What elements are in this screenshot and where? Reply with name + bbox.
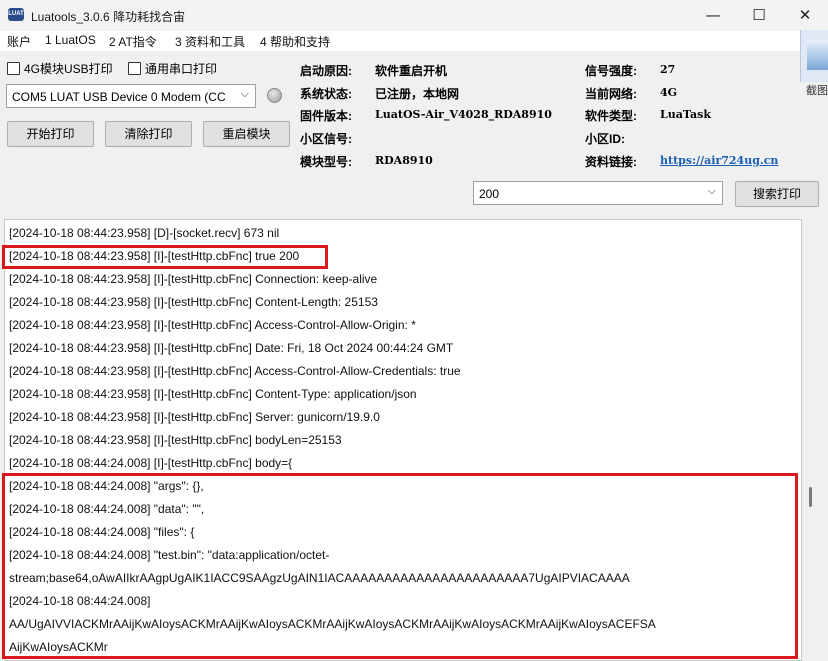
menu-luatos[interactable]: 1 LuatOS — [45, 33, 96, 47]
menu-resources-tools[interactable]: 3 资料和工具 — [175, 33, 245, 50]
control-panel: 4G模块USB打印 通用串口打印 COM5 LUAT USB Device 0 … — [0, 51, 828, 215]
checkbox-box[interactable] — [128, 62, 141, 75]
checkbox-label: 通用串口打印 — [145, 62, 218, 76]
log-line: [2024-10-18 08:44:24.008] "data": "", — [9, 502, 205, 516]
current-network-label: 当前网络: — [585, 87, 637, 101]
menu-bar: 账户 1 LuatOS 2 AT指令 3 资料和工具 4 帮助和支持 — [0, 31, 828, 51]
log-line: [2024-10-18 08:44:23.958] [I]-[testHttp.… — [9, 341, 454, 355]
app-icon: LUAT — [8, 8, 24, 21]
restart-module-button[interactable]: 重启模块 — [203, 121, 290, 147]
log-line: [2024-10-18 08:44:23.958] [I]-[testHttp.… — [9, 272, 378, 286]
clear-print-button[interactable]: 清除打印 — [105, 121, 192, 147]
log-line: [2024-10-18 08:44:23.958] [I]-[testHttp.… — [9, 295, 378, 309]
firmware-label: 固件版本: — [300, 109, 352, 123]
cell-signal-label: 小区信号: — [300, 132, 352, 146]
connection-status-indicator — [267, 88, 282, 103]
log-line: [2024-10-18 08:44:24.008] "test.bin": "d… — [9, 548, 330, 562]
log-line: AA/UgAIVVIACKMrAAijKwAIoysACKMrAAijKwAIo… — [9, 617, 656, 631]
menu-account[interactable]: 账户 — [7, 33, 31, 50]
window-title: Luatools_3.0.6 降功耗找合宙 — [31, 10, 186, 24]
boot-reason-value: 软件重启开机 — [375, 64, 448, 78]
port-select-value: COM5 LUAT USB Device 0 Modem (CC — [12, 90, 226, 104]
log-line: [2024-10-18 08:44:23.958] [D]-[socket.re… — [9, 226, 280, 240]
module-model-value: RDA8910 — [375, 154, 433, 167]
log-output[interactable]: [2024-10-18 08:44:23.958] [D]-[socket.re… — [4, 219, 802, 661]
system-status-value: 已注册，本地网 — [375, 87, 460, 101]
port-select[interactable]: COM5 LUAT USB Device 0 Modem (CC ⌵ — [6, 84, 256, 108]
close-icon[interactable]: ✕ — [782, 0, 828, 31]
firmware-value: LuatOS-Air_V4028_RDA8910 — [375, 108, 552, 121]
log-line: [2024-10-18 08:44:23.958] [I]-[testHttp.… — [9, 364, 461, 378]
minimize-icon[interactable]: — — [690, 0, 736, 31]
log-line: [2024-10-18 08:44:24.008] "args": {}, — [9, 479, 204, 493]
search-print-button[interactable]: 搜索打印 — [735, 181, 819, 207]
cell-id-label: 小区ID: — [585, 132, 625, 146]
log-scrollbar[interactable] — [803, 219, 817, 661]
module-model-label: 模块型号: — [300, 155, 352, 169]
menu-at-commands[interactable]: 2 AT指令 — [109, 33, 157, 50]
boot-reason-label: 启动原因: — [300, 64, 352, 78]
side-app-label: 截图 — [806, 85, 828, 97]
system-status-label: 系统状态: — [300, 87, 352, 101]
side-app-thumbnail — [800, 30, 828, 82]
log-line: [2024-10-18 08:44:23.958] [I]-[testHttp.… — [9, 433, 342, 447]
search-filter-select[interactable]: 200 ⌵ — [473, 181, 723, 205]
start-print-button[interactable]: 开始打印 — [7, 121, 94, 147]
print-4g-usb-checkbox[interactable]: 4G模块USB打印 — [7, 60, 113, 77]
chevron-down-icon[interactable]: ⌵ — [708, 185, 716, 198]
log-line: [2024-10-18 08:44:23.958] [I]-[testHttp.… — [9, 410, 380, 424]
signal-strength-label: 信号强度: — [585, 64, 637, 78]
log-line: AijKwAIoysACKMr — [9, 640, 108, 654]
search-filter-value: 200 — [479, 187, 500, 201]
checkbox-label: 4G模块USB打印 — [24, 62, 113, 76]
log-line: [2024-10-18 08:44:23.958] [I]-[testHttp.… — [9, 387, 417, 401]
software-type-label: 软件类型: — [585, 109, 637, 123]
log-line: [2024-10-18 08:44:24.008] — [9, 594, 151, 608]
log-line: [2024-10-18 08:44:24.008] [I]-[testHttp.… — [9, 456, 293, 470]
doc-link-label: 资料链接: — [585, 155, 637, 169]
log-line: [2024-10-18 08:44:23.958] [I]-[testHttp.… — [9, 249, 300, 263]
log-line: [2024-10-18 08:44:24.008] "files": { — [9, 525, 195, 539]
checkbox-box[interactable] — [7, 62, 20, 75]
current-network-value: 4G — [660, 86, 678, 99]
signal-strength-value: 27 — [660, 63, 676, 76]
print-serial-checkbox[interactable]: 通用串口打印 — [128, 60, 217, 77]
menu-help-support[interactable]: 4 帮助和支持 — [260, 33, 330, 50]
window-edge — [817, 215, 828, 661]
title-bar: LUAT Luatools_3.0.6 降功耗找合宙 — ☐ ✕ — [0, 0, 828, 31]
maximize-icon[interactable]: ☐ — [736, 0, 782, 31]
log-line: [2024-10-18 08:44:23.958] [I]-[testHttp.… — [9, 318, 416, 332]
log-line: stream;base64,oAwAIIkrAAgpUgAIK1IACC9SAA… — [9, 571, 630, 585]
chevron-down-icon[interactable]: ⌵ — [241, 88, 249, 101]
doc-link[interactable]: https://air724ug.cn — [660, 154, 778, 167]
scrollbar-thumb[interactable] — [809, 487, 812, 507]
software-type-value: LuaTask — [660, 108, 711, 121]
